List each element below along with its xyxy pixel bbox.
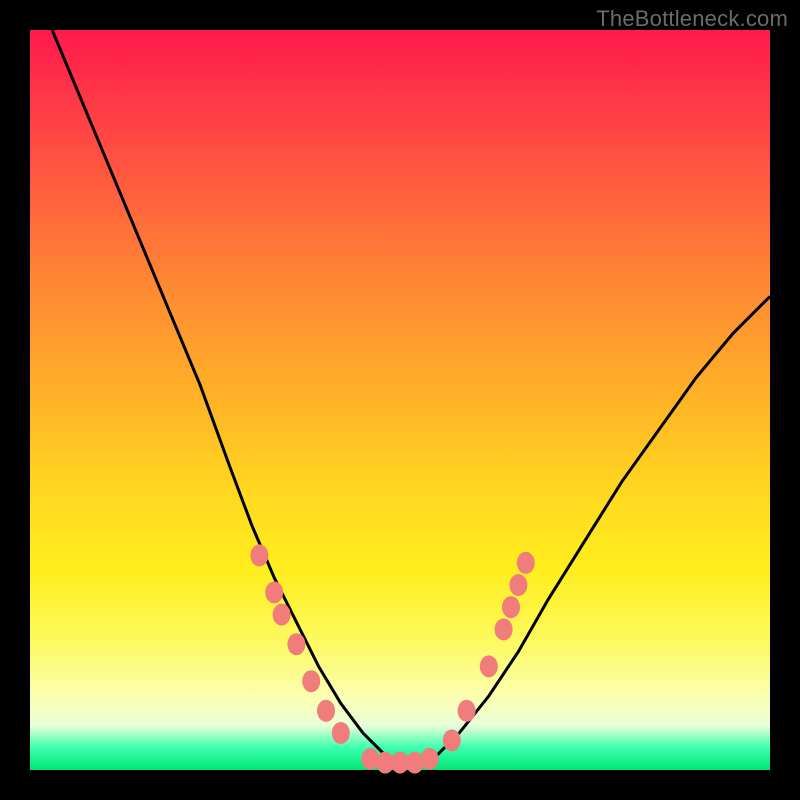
watermark-text: TheBottleneck.com bbox=[596, 6, 788, 32]
marker-dot bbox=[273, 604, 291, 626]
marker-dot bbox=[406, 752, 424, 774]
chart-frame: TheBottleneck.com bbox=[0, 0, 800, 800]
curve-markers bbox=[250, 544, 534, 773]
marker-dot bbox=[332, 722, 350, 744]
marker-dot bbox=[458, 700, 476, 722]
marker-dot bbox=[421, 748, 439, 770]
marker-dot bbox=[287, 633, 305, 655]
marker-dot bbox=[317, 700, 335, 722]
plot-area bbox=[30, 30, 770, 770]
marker-dot bbox=[517, 552, 535, 574]
marker-dot bbox=[480, 655, 498, 677]
marker-dot bbox=[495, 618, 513, 640]
marker-dot bbox=[361, 748, 379, 770]
marker-dot bbox=[502, 596, 520, 618]
marker-dot bbox=[265, 581, 283, 603]
bottleneck-curve bbox=[52, 30, 770, 763]
curve-layer bbox=[30, 30, 770, 770]
marker-dot bbox=[509, 574, 527, 596]
marker-dot bbox=[250, 544, 268, 566]
marker-dot bbox=[443, 729, 461, 751]
marker-dot bbox=[302, 670, 320, 692]
